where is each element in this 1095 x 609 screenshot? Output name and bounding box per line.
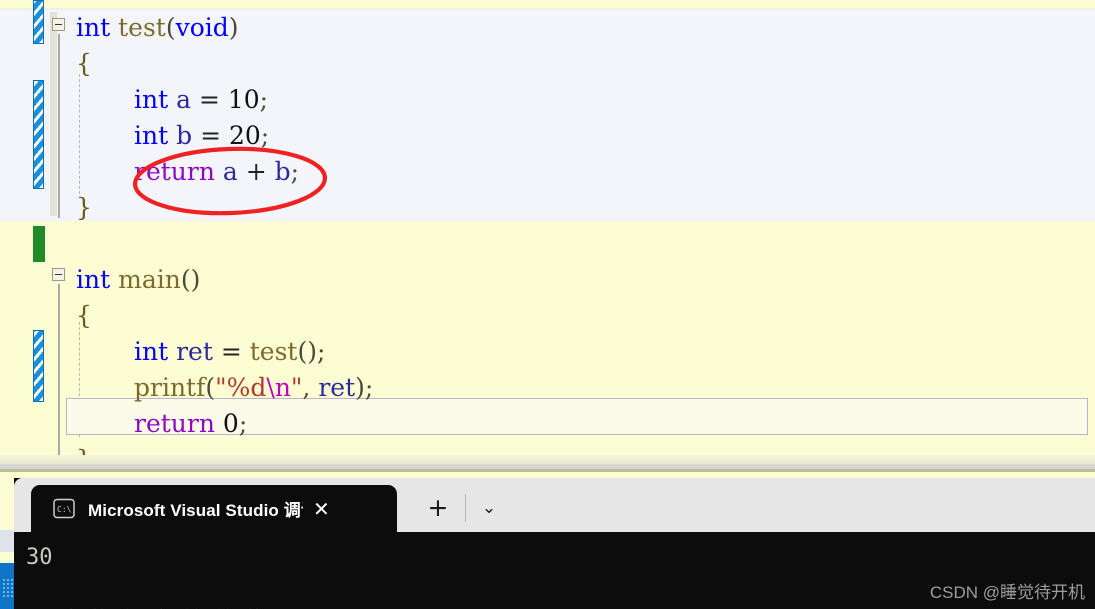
code-token: = [192, 121, 229, 150]
csdn-watermark: CSDN @睡觉待开机 [929, 583, 1085, 602]
toolbar-divider [465, 494, 466, 522]
terminal-tab[interactable]: C:\ Microsoft Visual Studio 调试控 ✕ [31, 485, 397, 532]
code-token: ; [260, 121, 270, 150]
terminal-tab-title: Microsoft Visual Studio 调试控 [88, 501, 303, 520]
code-token: (); [297, 337, 326, 366]
code-text-area[interactable]: int test(void){int a = 10; int b = 20; ret… [0, 0, 1095, 472]
code-token: } [76, 193, 92, 222]
code-token: 20 [228, 121, 261, 150]
code-line: int a = 10; [134, 82, 268, 118]
code-editor[interactable]: int test(void){int a = 10; int b = 20; ret… [0, 0, 1095, 472]
code-token: () [180, 265, 201, 294]
code-line: printf("%d\n", ret); [134, 370, 373, 406]
code-token: { [76, 49, 92, 78]
code-token: ; [238, 409, 248, 438]
code-token: b [176, 121, 193, 150]
code-token: + [237, 157, 275, 186]
code-token: a [222, 157, 238, 186]
close-icon[interactable]: ✕ [313, 499, 330, 519]
code-token: ; [290, 157, 300, 186]
new-tab-button[interactable]: + [418, 492, 458, 524]
code-token: printf [134, 373, 206, 402]
code-token: int [134, 85, 169, 114]
code-token: ); [355, 373, 374, 402]
code-token: " [215, 373, 227, 402]
code-token: 0 [222, 409, 239, 438]
code-token: ret [176, 337, 213, 366]
code-line: return a + b; [134, 154, 299, 190]
code-token: int [76, 265, 111, 294]
code-token: = [212, 337, 250, 366]
code-token: return [134, 409, 215, 438]
code-token: int [134, 121, 169, 150]
code-line: } [76, 190, 92, 226]
code-token: int [134, 337, 169, 366]
code-token: , [302, 373, 319, 402]
code-token: void [175, 13, 229, 42]
bottom-clipped-text: 请按任意键继续 [60, 603, 277, 609]
code-token: main [118, 265, 181, 294]
code-token: b [274, 157, 291, 186]
code-token: = [191, 85, 228, 114]
code-token: a [176, 85, 192, 114]
code-token: int [76, 13, 111, 42]
code-line: int ret = test(); [134, 334, 325, 370]
code-token: return [134, 157, 215, 186]
taskbar-dots-icon [2, 578, 13, 598]
code-token: %d [226, 373, 267, 402]
code-line: { [76, 46, 92, 82]
code-line: int main() [76, 262, 200, 298]
terminal-titlebar[interactable]: C:\ Microsoft Visual Studio 调试控 ✕ + ⌄ [14, 478, 1095, 532]
code-line: { [76, 298, 92, 334]
code-line: return 0; [134, 406, 247, 442]
code-token: ret [318, 373, 356, 402]
code-line: int test(void) [76, 10, 239, 46]
terminal-output-line: 30 [26, 545, 53, 570]
code-token: ) [228, 13, 239, 42]
code-token: ( [165, 13, 176, 42]
editor-footer-gradient [0, 455, 1095, 464]
svg-text:C:\: C:\ [57, 505, 72, 514]
chevron-down-icon[interactable]: ⌄ [470, 492, 508, 524]
console-cmd-icon: C:\ [53, 498, 75, 519]
code-token: ( [205, 373, 216, 402]
code-token: test [118, 13, 166, 42]
code-token: { [76, 301, 92, 330]
screenshot-root: int test(void){int a = 10; int b = 20; ret… [0, 0, 1095, 609]
desktop-left-panel [0, 530, 14, 552]
editor-footer-line-2 [0, 469, 1095, 472]
code-token: 10 [227, 85, 260, 114]
code-token: \n [266, 373, 291, 402]
code-line: int b = 20; [134, 118, 269, 154]
code-token: test [249, 337, 298, 366]
code-token: ; [259, 85, 269, 114]
code-token: " [290, 373, 303, 402]
